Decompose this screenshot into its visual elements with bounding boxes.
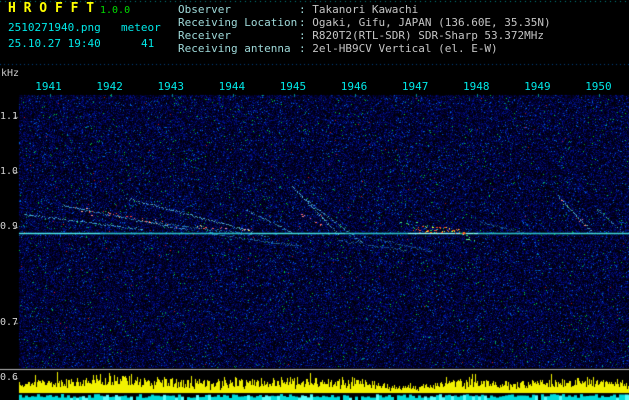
app-version: 1.0.0	[100, 5, 131, 16]
info-colon: :	[299, 3, 313, 16]
output-filename: 2510271940.png	[8, 21, 101, 34]
freq-tick-label: 0.7	[0, 317, 17, 328]
y-axis-unit: kHz	[1, 68, 20, 79]
info-label: Receiving Location	[178, 16, 298, 29]
time-tick-label: 1941	[35, 80, 62, 93]
freq-tick-label: 0.9	[0, 221, 17, 232]
info-label: Observer	[178, 3, 231, 16]
echo-count: 41	[141, 37, 155, 50]
info-value: Ogaki, Gifu, JAPAN (136.60E, 35.35N)	[312, 16, 551, 29]
datetime-label: 25.10.27 19:40	[8, 37, 101, 50]
mode-label: meteor	[121, 21, 161, 34]
time-tick-label: 1948	[462, 80, 490, 93]
freq-tick-label: 1.0	[0, 166, 17, 177]
info-value: 2el-HB9CV Vertical (el. E-W)	[312, 42, 498, 55]
spectrogram-canvas	[0, 0, 629, 400]
info-row-receiver: Receiver : R820T2(RTL-SDR) SDR-Sharp 53.…	[178, 29, 551, 42]
time-tick-label: 1947	[401, 80, 429, 93]
info-row-observer: Observer : Takanori Kawachi	[178, 3, 551, 16]
station-info: Observer : Takanori Kawachi Receiving Lo…	[178, 3, 551, 55]
info-row-location: Receiving Location : Ogaki, Gifu, JAPAN …	[178, 16, 551, 29]
time-tick-label: 1942	[96, 80, 123, 93]
hrofft-window: H R O F F T 1.0.0 2510271940.png meteor …	[0, 0, 629, 400]
info-label: Receiving antenna	[178, 42, 291, 55]
info-value: R820T2(RTL-SDR) SDR-Sharp 53.372MHz	[312, 29, 545, 42]
time-tick-label: 1950	[585, 80, 612, 93]
time-tick-label: 1944	[218, 80, 246, 93]
time-tick-label: 1949	[524, 80, 551, 93]
freq-tick-label: 1.1	[0, 111, 17, 122]
time-axis: 1941 1942 1943 1944 1945 1946 1947 1948 …	[18, 80, 629, 93]
info-colon: :	[299, 42, 313, 55]
info-colon: :	[299, 29, 313, 42]
time-tick-label: 1945	[279, 80, 307, 93]
time-tick-label: 1946	[340, 80, 368, 93]
info-label: Receiver	[178, 29, 231, 42]
app-title: H R O F F T	[8, 1, 95, 16]
time-tick-label: 1943	[157, 80, 184, 93]
info-value: Takanori Kawachi	[312, 3, 419, 16]
info-colon: :	[299, 16, 313, 29]
info-row-antenna: Receiving antenna : 2el-HB9CV Vertical (…	[178, 42, 551, 55]
freq-tick-label: 0.6	[0, 372, 17, 383]
